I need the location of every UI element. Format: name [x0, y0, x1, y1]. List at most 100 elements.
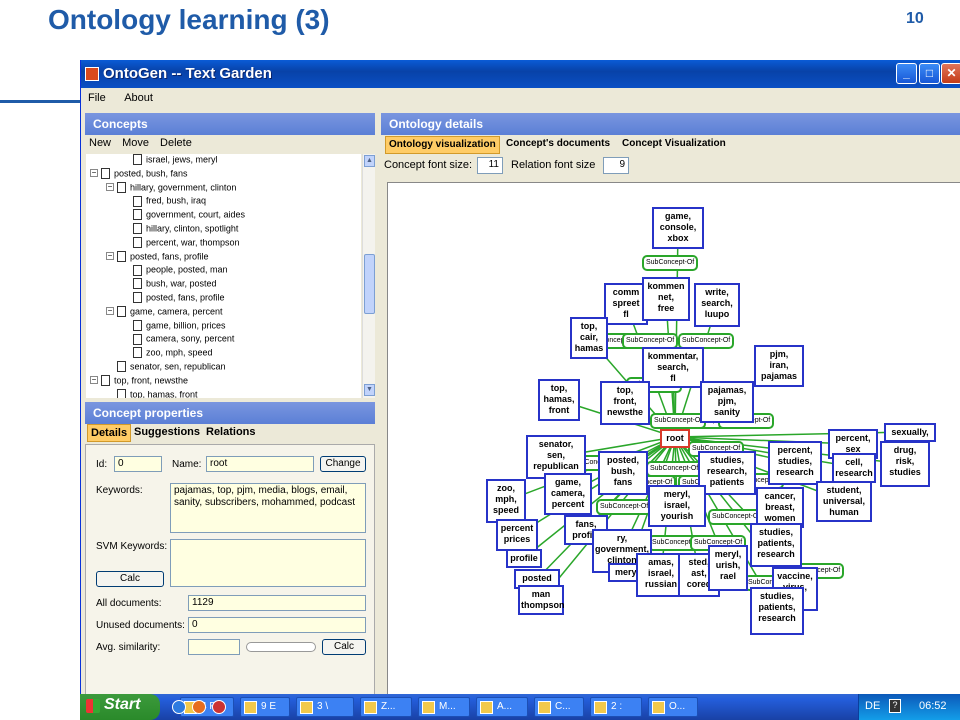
concept-tree[interactable]: israel, jews, meryl − posted, bush, fans − h…: [86, 154, 361, 398]
concept-node[interactable]: percent prices: [496, 519, 538, 551]
tree-item[interactable]: bush, war, posted: [122, 278, 217, 292]
maximize-button[interactable]: □: [919, 63, 940, 84]
all-documents-field[interactable]: 1129: [188, 595, 366, 611]
concept-node[interactable]: pjm, iran, pajamas: [754, 345, 804, 387]
relation-font-field[interactable]: 9: [603, 157, 629, 174]
collapse-icon[interactable]: −: [106, 252, 114, 261]
concept-node[interactable]: kommen net, free: [642, 277, 690, 321]
tab-details[interactable]: Details: [87, 424, 132, 442]
taskbar-window-button[interactable]: 9 E: [240, 697, 290, 717]
move-concept-button[interactable]: Move: [118, 135, 153, 151]
taskbar-window-button[interactable]: A...: [476, 697, 528, 717]
relation-label[interactable]: SubConcept-Of: [650, 413, 707, 429]
language-indicator[interactable]: DE: [865, 700, 880, 712]
tree-item[interactable]: − game, camera, percent: [106, 305, 223, 320]
concept-node[interactable]: kommentar, search, fl: [642, 347, 704, 388]
concept-node[interactable]: studies, patients, research: [750, 523, 802, 567]
change-button[interactable]: Change: [320, 456, 366, 472]
tree-item[interactable]: senator, sen, republican: [106, 361, 226, 375]
taskbar-window-button[interactable]: Z...: [360, 697, 412, 717]
tree-item[interactable]: israel, jews, meryl: [122, 154, 218, 168]
taskbar-window-button[interactable]: O...: [648, 697, 698, 717]
svm-keywords-field[interactable]: [170, 539, 366, 587]
concept-node[interactable]: percent, studies, research: [768, 441, 822, 485]
tree-item[interactable]: − hillary, government, clinton: [106, 181, 236, 196]
relation-label[interactable]: SubConcept-Of: [596, 499, 653, 515]
ie-icon[interactable]: [172, 700, 186, 714]
concept-node[interactable]: man thompson: [518, 585, 565, 615]
concept-node[interactable]: student, universal, human: [816, 481, 872, 522]
concept-node[interactable]: top, front, newsthe: [600, 381, 650, 425]
collapse-icon[interactable]: −: [90, 169, 98, 178]
concept-node[interactable]: cell, research: [832, 453, 876, 483]
tab-concepts-documents[interactable]: Concept's documents: [503, 136, 613, 154]
tree-item[interactable]: people, posted, man: [122, 264, 228, 278]
close-button[interactable]: ✕: [941, 63, 960, 84]
tree-scrollbar[interactable]: ▲ ▼: [362, 154, 375, 398]
concept-node[interactable]: drug, risk, studies: [880, 441, 930, 487]
scroll-up-icon[interactable]: ▲: [364, 155, 375, 167]
scroll-thumb[interactable]: [364, 254, 375, 314]
concept-node[interactable]: studies, research, patients: [698, 451, 756, 495]
concept-node[interactable]: pajamas, pjm, sanity: [700, 381, 754, 423]
menu-file[interactable]: File: [81, 88, 113, 108]
concept-node[interactable]: write, search, luupo: [694, 283, 740, 327]
taskbar-window-button[interactable]: M...: [418, 697, 470, 717]
tab-relations[interactable]: Relations: [203, 424, 259, 442]
concept-node[interactable]: sexually,: [884, 423, 936, 442]
svm-calc-button[interactable]: Calc: [96, 571, 164, 587]
tree-item[interactable]: − posted, bush, fans: [90, 167, 188, 182]
collapse-icon[interactable]: −: [90, 376, 98, 385]
delete-concept-button[interactable]: Delete: [156, 135, 196, 151]
taskbar-window-button[interactable]: 2 :: [590, 697, 642, 717]
concept-node[interactable]: zoo, mph, speed: [486, 479, 526, 523]
help-icon[interactable]: ?: [889, 699, 901, 713]
name-field[interactable]: root: [206, 456, 314, 472]
avg-similarity-field[interactable]: [188, 639, 240, 655]
concept-node[interactable]: top, hamas, front: [538, 379, 580, 421]
scroll-down-icon[interactable]: ▼: [364, 384, 375, 396]
taskbar-window-button[interactable]: C...: [534, 697, 584, 717]
relation-label[interactable]: SubConcept-Of: [646, 461, 703, 477]
concept-node[interactable]: top, cair, hamas: [570, 317, 608, 359]
media-icon[interactable]: [212, 700, 226, 714]
taskbar-window-button[interactable]: 3 \: [296, 697, 354, 717]
firefox-icon[interactable]: [192, 700, 206, 714]
tree-item[interactable]: game, billion, prices: [122, 319, 226, 334]
new-concept-button[interactable]: New: [85, 135, 115, 151]
concept-node[interactable]: profile: [506, 549, 542, 568]
tree-item[interactable]: fred, bush, iraq: [122, 195, 206, 209]
concept-node[interactable]: posted, bush, fans: [598, 451, 648, 495]
tree-item[interactable]: posted, fans, profile: [122, 292, 225, 306]
concept-node[interactable]: cancer, breast, women: [756, 487, 804, 528]
tree-item[interactable]: − posted, fans, profile: [106, 250, 209, 265]
root-concept-node[interactable]: root: [660, 429, 690, 448]
tree-item[interactable]: percent, war, thompson: [122, 236, 240, 251]
collapse-icon[interactable]: −: [106, 307, 114, 316]
unused-documents-field[interactable]: 0: [188, 617, 366, 633]
concept-node[interactable]: game, camera, percent: [544, 473, 592, 515]
window-titlebar[interactable]: OntoGen -- Text Garden _ □ ✕: [81, 60, 960, 88]
minimize-button[interactable]: _: [896, 63, 917, 84]
avg-calc-button[interactable]: Calc: [322, 639, 366, 655]
tree-item[interactable]: − top, front, newsthe: [90, 374, 188, 389]
concept-node[interactable]: game, console, xbox: [652, 207, 704, 249]
tab-concept-visualization[interactable]: Concept Visualization: [619, 136, 729, 154]
collapse-icon[interactable]: −: [106, 183, 114, 192]
concept-node[interactable]: studies, patients, research: [750, 587, 804, 635]
tree-item[interactable]: hillary, clinton, spotlight: [122, 223, 238, 237]
start-button[interactable]: Start: [80, 694, 160, 720]
concept-node[interactable]: meryl, urish, rael: [708, 545, 748, 591]
tab-ontology-visualization[interactable]: Ontology visualization: [385, 136, 500, 154]
keywords-field[interactable]: pajamas, top, pjm, media, blogs, email, …: [170, 483, 366, 533]
concept-font-field[interactable]: 11: [477, 157, 503, 174]
menu-about[interactable]: About: [117, 88, 160, 108]
concept-node[interactable]: meryl, israel, yourish: [648, 485, 706, 527]
tree-item[interactable]: government, court, aides: [122, 209, 245, 223]
tree-item[interactable]: top, hamas, front: [106, 388, 198, 398]
tab-suggestions[interactable]: Suggestions: [131, 424, 203, 442]
ontology-graph[interactable]: SubConcept-Of SubConcept-Of SubConcept-Of S…: [387, 182, 960, 720]
id-field[interactable]: 0: [114, 456, 162, 472]
tree-item[interactable]: zoo, mph, speed: [122, 347, 213, 361]
tree-item[interactable]: camera, sony, percent: [122, 333, 234, 347]
